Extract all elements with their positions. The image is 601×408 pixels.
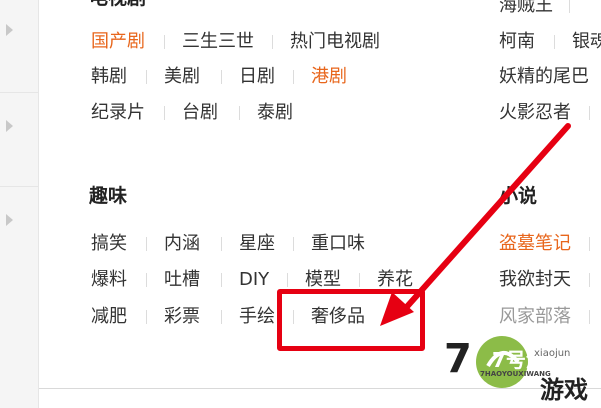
arrow-shaft (401, 123, 571, 313)
svg-text:7: 7 (444, 336, 472, 382)
watermark-extra: xiaojun (534, 348, 571, 359)
watermark-logo: 7 7号游戏网 7HAOYOUXIWANG 游戏 xiaojun (440, 320, 601, 408)
arrow-head (380, 292, 414, 326)
watermark-tag: 游戏 (540, 376, 588, 404)
